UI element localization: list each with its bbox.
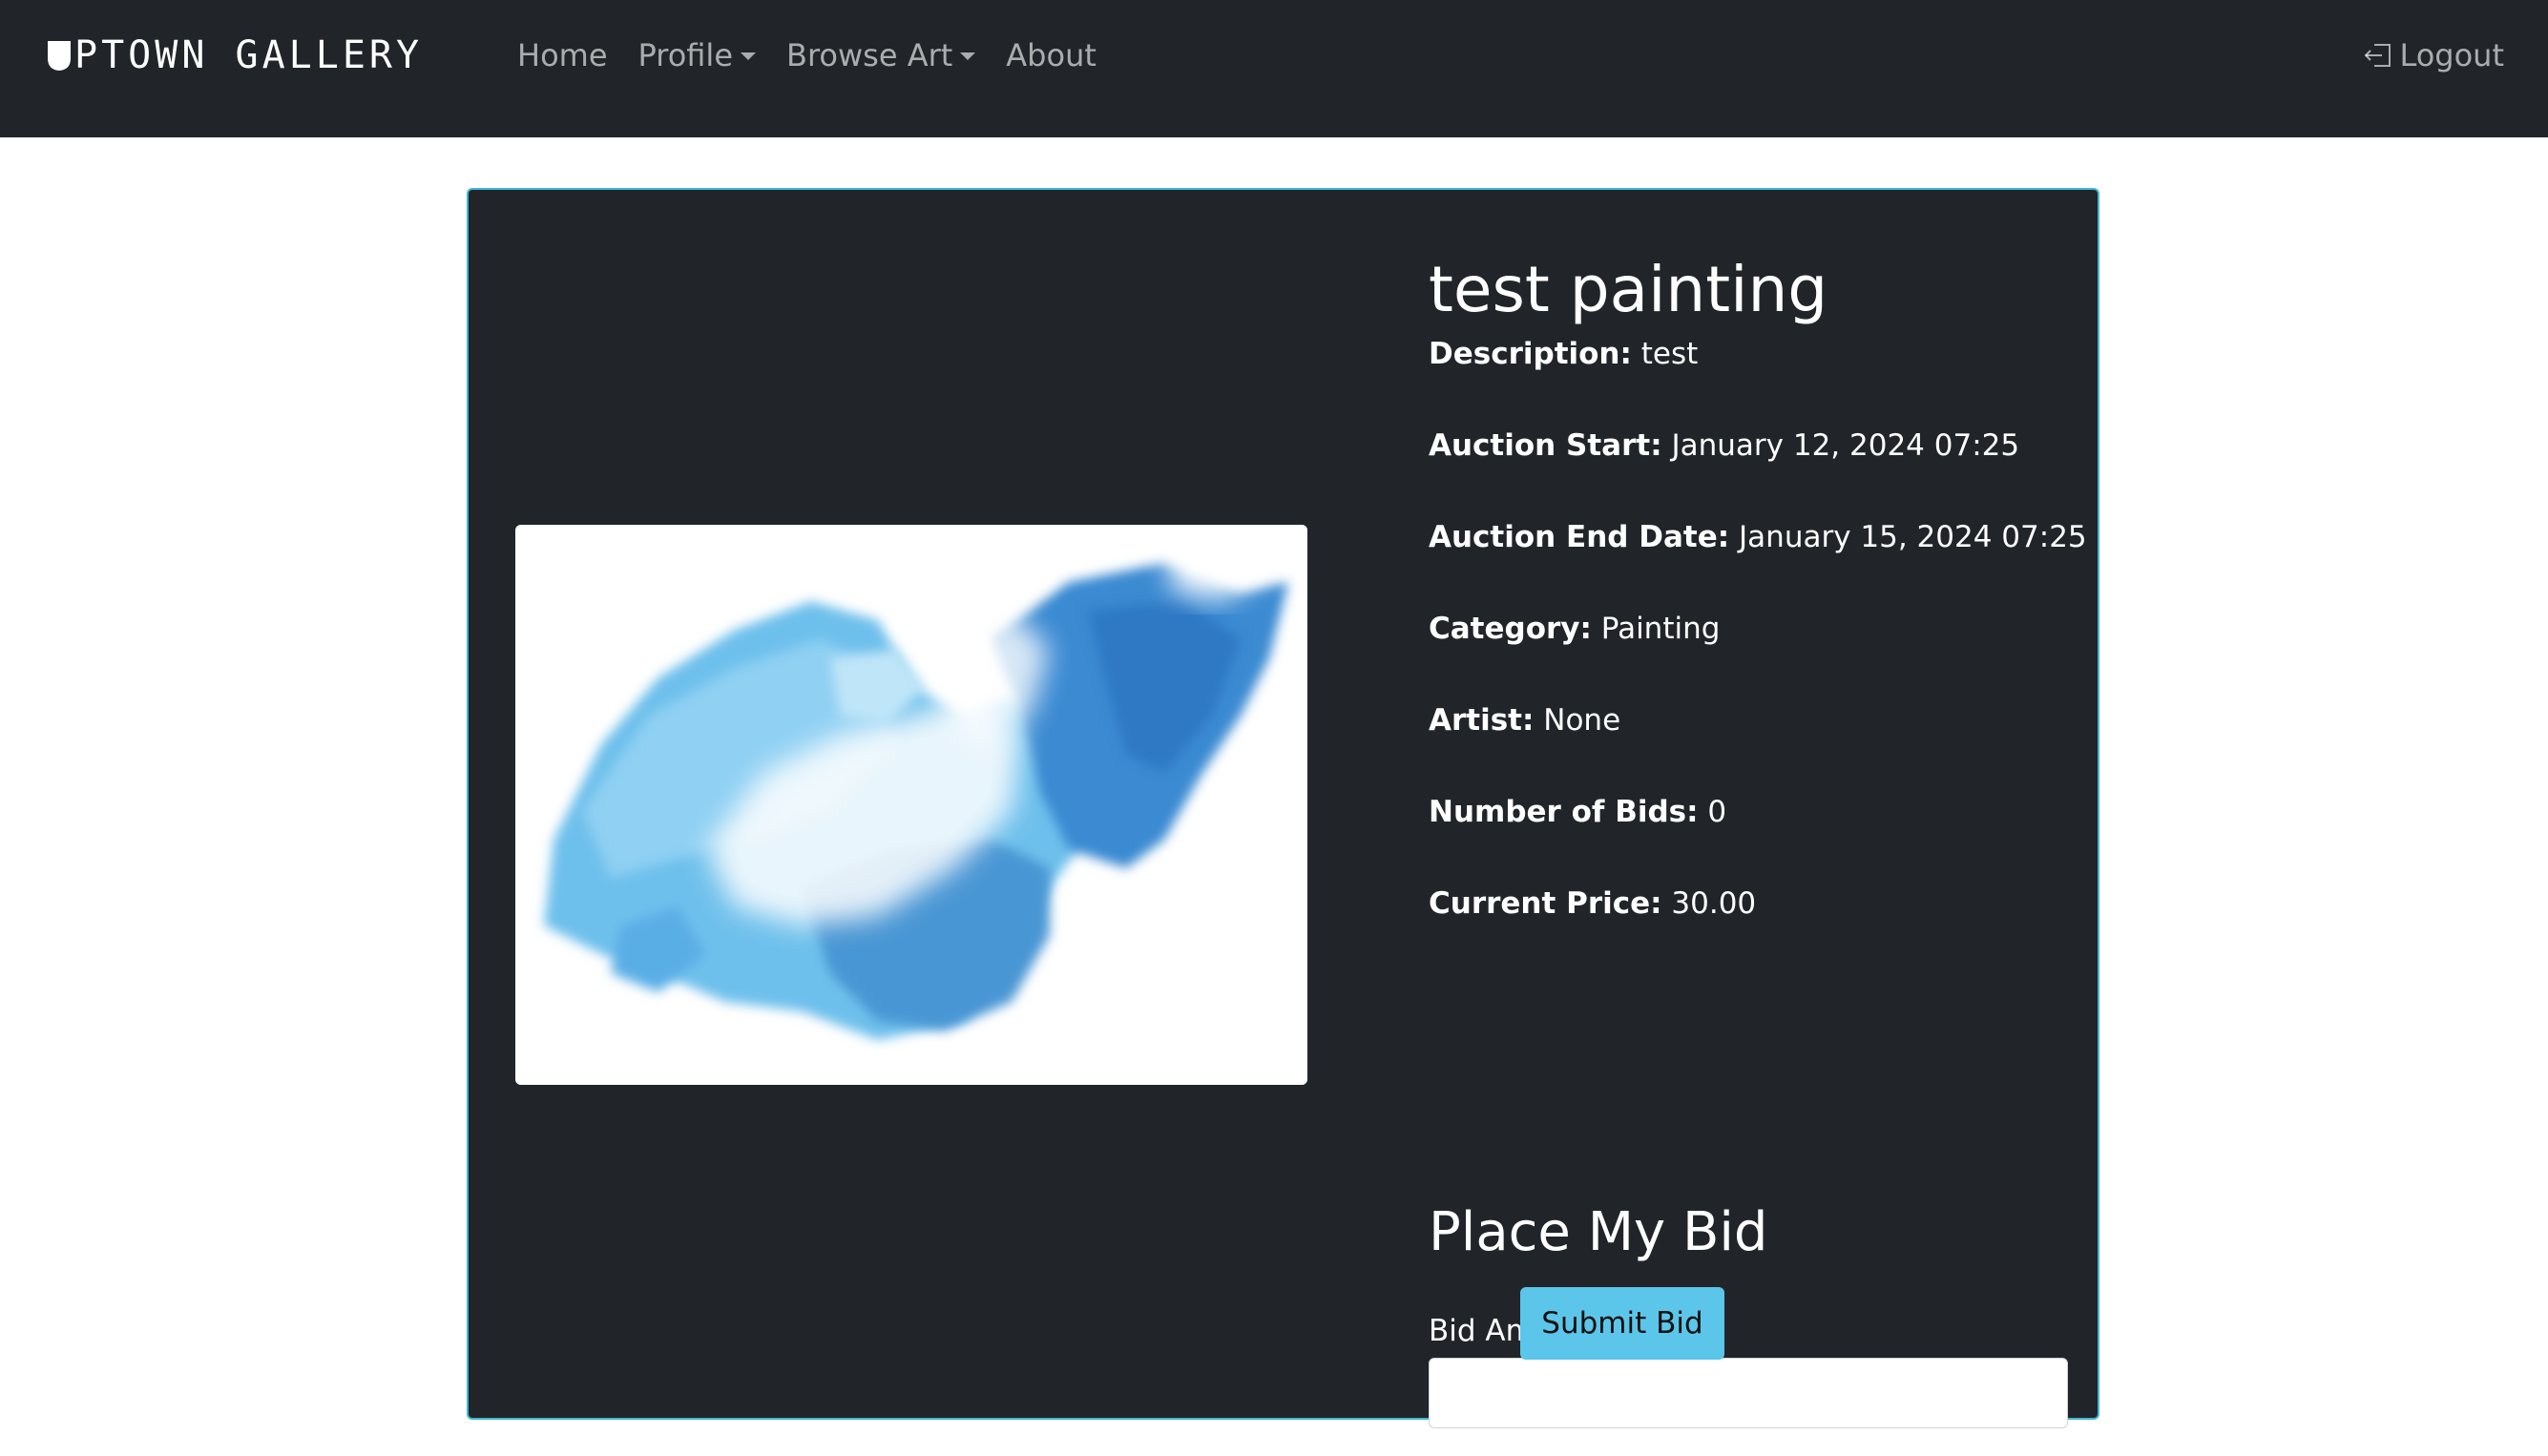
artwork-card: test painting Description: test Auction … [467, 188, 2099, 1428]
artist-label: Artist: [1429, 703, 1535, 738]
bid-amount-input[interactable] [1429, 1358, 2068, 1428]
nav-browse-art-label: Browse Art [786, 37, 953, 73]
bids-label: Number of Bids: [1429, 795, 1699, 829]
auction-end-value: January 15, 2024 07:25 [1739, 520, 2087, 554]
brand-text: PTOWN GALLERY [74, 33, 424, 77]
artist-row: Artist: None [1429, 699, 2078, 791]
bids-value: 0 [1707, 795, 1727, 829]
bids-row: Number of Bids: 0 [1429, 791, 2078, 883]
logout-icon [2365, 44, 2391, 67]
auction-start-label: Auction Start: [1429, 428, 1662, 463]
nav-browse-art-dropdown[interactable]: Browse Art [786, 37, 976, 73]
category-label: Category: [1429, 612, 1592, 646]
shield-logo-icon [48, 41, 71, 71]
price-row: Current Price: 30.00 [1429, 883, 2078, 974]
artist-value: None [1543, 703, 1621, 738]
submit-bid-button[interactable]: Submit Bid [1520, 1287, 1724, 1360]
abstract-blue-painting-icon [515, 525, 1307, 1085]
nav-profile-label: Profile [637, 37, 734, 73]
caret-down-icon [741, 52, 756, 60]
category-row: Category: Painting [1429, 608, 2078, 699]
category-value: Painting [1600, 612, 1721, 646]
place-bid-heading: Place My Bid [1429, 1201, 1768, 1263]
nav-links: Home Profile Browse Art About [517, 29, 1096, 82]
artwork-title: test painting [1429, 253, 1828, 326]
brand-logo[interactable]: PTOWN GALLERY [48, 29, 423, 82]
price-label: Current Price: [1429, 886, 1662, 921]
nav-home-link[interactable]: Home [517, 37, 608, 73]
logout-label: Logout [2399, 37, 2504, 73]
auction-end-row: Auction End Date: January 15, 2024 07:25 [1429, 516, 2087, 608]
price-value: 30.00 [1671, 886, 1757, 921]
logout-button[interactable]: Logout [2363, 29, 2504, 82]
description-row: Description: test [1429, 333, 2078, 425]
auction-end-label: Auction End Date: [1429, 520, 1730, 554]
nav-profile-dropdown[interactable]: Profile [637, 37, 756, 73]
description-label: Description: [1429, 337, 1632, 371]
nav-about-link[interactable]: About [1006, 37, 1096, 73]
top-navbar: PTOWN GALLERY Home Profile Browse Art Ab… [0, 0, 2548, 137]
artwork-details: test painting Description: test Auction … [1429, 247, 2087, 974]
auction-start-value: January 12, 2024 07:25 [1671, 428, 2020, 463]
caret-down-icon [960, 52, 976, 60]
description-value: test [1640, 337, 1699, 371]
auction-start-row: Auction Start: January 12, 2024 07:25 [1429, 425, 2078, 516]
artwork-image [515, 525, 1307, 1085]
